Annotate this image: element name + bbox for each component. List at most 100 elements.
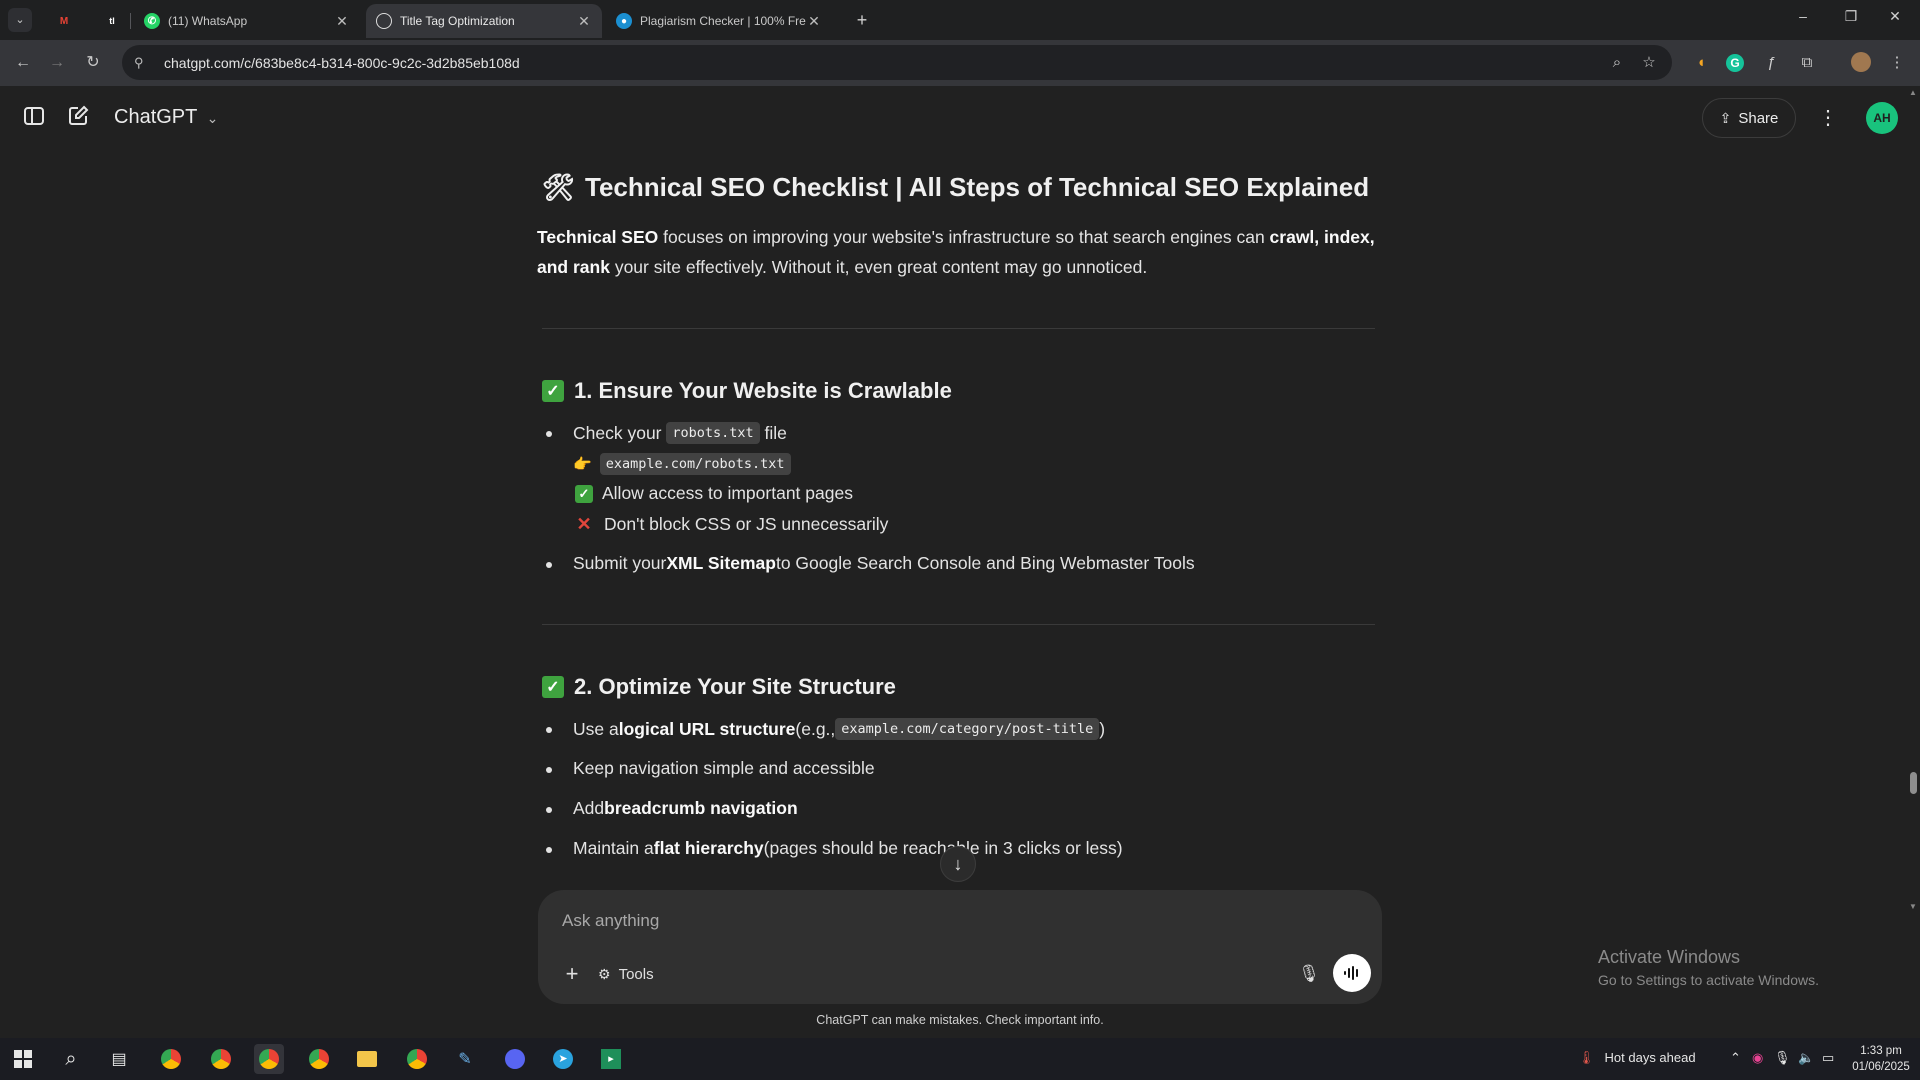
- tab-plagiarism[interactable]: ● Plagiarism Checker | 100% Free ✕: [606, 4, 832, 38]
- close-icon[interactable]: ✕: [334, 13, 350, 30]
- more-options-icon[interactable]: ⋮: [1814, 104, 1842, 132]
- formula-extension-icon[interactable]: ƒ: [1760, 52, 1782, 74]
- restore-button[interactable]: ❐: [1836, 8, 1866, 25]
- kebab-menu-icon[interactable]: ⋮: [1886, 52, 1908, 74]
- chevron-up-icon[interactable]: ⌃: [1730, 1050, 1741, 1066]
- arrow-right-icon: →: [49, 54, 65, 71]
- plus-icon: +: [856, 10, 868, 30]
- tools-button[interactable]: ⚙ Tools: [598, 960, 654, 988]
- telegram-icon[interactable]: ➤: [548, 1044, 578, 1074]
- discord-icon[interactable]: [500, 1044, 530, 1074]
- share-label: Share: [1738, 109, 1779, 127]
- windows-start-icon[interactable]: [8, 1044, 38, 1074]
- chrome-icon[interactable]: [304, 1044, 334, 1074]
- list-bold: flat hierarchy: [653, 838, 764, 858]
- tab-gmail[interactable]: M: [46, 4, 76, 38]
- check-icon: ✓: [542, 676, 564, 698]
- weather-widget[interactable]: 🌡 Hot days ahead: [1578, 1050, 1696, 1066]
- minimize-button[interactable]: –: [1788, 8, 1818, 24]
- chrome-icon[interactable]: [402, 1044, 432, 1074]
- tab-chatgpt[interactable]: Title Tag Optimization ✕: [366, 4, 602, 38]
- list-item: Submit your XML Sitemap to Google Search…: [573, 553, 1195, 574]
- divider: [542, 328, 1375, 329]
- browser-tab-strip: ⌄ M tl ✆ (11) WhatsApp ✕ Title Tag Optim…: [0, 0, 1920, 40]
- arrow-left-icon: ←: [15, 54, 31, 71]
- list-bold: XML Sitemap: [666, 553, 776, 573]
- sidebar-toggle-icon[interactable]: [20, 104, 48, 132]
- file-explorer-icon[interactable]: [352, 1044, 382, 1074]
- new-tab-button[interactable]: +: [850, 8, 874, 32]
- activate-windows-watermark: Activate Windows Go to Settings to activ…: [1598, 947, 1819, 988]
- sub-item: ✕ Don't block CSS or JS unnecessarily: [575, 514, 888, 535]
- close-icon[interactable]: ✕: [806, 13, 822, 30]
- puzzle-extensions-icon[interactable]: ⧉: [1796, 52, 1818, 74]
- forward-button[interactable]: →: [46, 52, 68, 74]
- model-selector[interactable]: ChatGPT ⌄: [114, 106, 218, 129]
- search-icon[interactable]: ⌕: [56, 1044, 86, 1074]
- scroll-thumb[interactable]: [1910, 772, 1917, 794]
- tab-tldv[interactable]: tl: [94, 4, 124, 38]
- terminal-icon[interactable]: ▸: [596, 1044, 626, 1074]
- volume-icon[interactable]: 🔈: [1798, 1050, 1814, 1066]
- divider: [542, 624, 1375, 625]
- microphone-icon: 🎙: [1298, 964, 1320, 983]
- sub-item: ✓ Allow access to important pages: [575, 483, 853, 504]
- notepad-icon[interactable]: ✎: [450, 1044, 480, 1074]
- zoom-icon[interactable]: ⌕: [1606, 52, 1628, 74]
- system-clock[interactable]: 1:33 pm 01/06/2025: [1848, 1043, 1914, 1075]
- page-scrollbar[interactable]: ▲ ▼: [1906, 86, 1920, 1038]
- dictate-button[interactable]: 🎙: [1295, 960, 1323, 988]
- chrome-icon[interactable]: [206, 1044, 236, 1074]
- scroll-to-bottom-button[interactable]: ↓: [940, 846, 976, 882]
- watermark-subtitle: Go to Settings to activate Windows.: [1598, 972, 1819, 988]
- article-title: 🛠 Technical SEO Checklist | All Steps of …: [542, 172, 1369, 203]
- list-text: Keep navigation simple and accessible: [573, 758, 875, 778]
- inline-code: example.com/robots.txt: [599, 453, 791, 475]
- close-icon[interactable]: ✕: [576, 13, 592, 30]
- list-item: Add breadcrumb navigation: [573, 798, 798, 819]
- sub-item: 👉 example.com/robots.txt: [573, 453, 791, 475]
- task-view-icon[interactable]: ▤: [104, 1044, 134, 1074]
- check-icon: ✓: [542, 380, 564, 402]
- list-text: Allow access to important pages: [602, 483, 853, 503]
- chrome-icon[interactable]: [156, 1044, 186, 1074]
- watermark-title: Activate Windows: [1598, 947, 1741, 967]
- disclaimer-text: ChatGPT can make mistakes. Check importa…: [816, 1013, 1104, 1027]
- tldv-icon: tl: [109, 16, 115, 26]
- extension-orange-icon[interactable]: ◖: [1690, 52, 1712, 74]
- bookmark-star-icon[interactable]: ☆: [1638, 52, 1660, 74]
- close-window-button[interactable]: ✕: [1880, 8, 1910, 25]
- address-bar[interactable]: ⚲ chatgpt.com/c/683be8c4-b314-800c-9c2c-…: [122, 45, 1672, 80]
- reload-button[interactable]: ↻: [82, 52, 104, 74]
- avatar-initials: AH: [1873, 111, 1891, 125]
- prompt-input[interactable]: [560, 910, 1264, 932]
- list-item: Check your robots.txt file: [573, 422, 787, 444]
- record-icon[interactable]: ◉: [1752, 1050, 1763, 1066]
- chevron-down-icon: ⌄: [206, 110, 219, 126]
- profile-avatar-icon[interactable]: [1850, 52, 1872, 74]
- clock-date: 01/06/2025: [1852, 1061, 1910, 1073]
- tab-whatsapp[interactable]: ✆ (11) WhatsApp ✕: [134, 4, 360, 38]
- voice-mode-button[interactable]: [1333, 954, 1371, 992]
- new-chat-icon[interactable]: [64, 104, 92, 132]
- back-button[interactable]: ←: [12, 52, 34, 74]
- inline-code: robots.txt: [666, 422, 760, 444]
- scroll-down-arrow[interactable]: ▼: [1909, 902, 1917, 911]
- grammarly-icon[interactable]: G: [1724, 52, 1746, 74]
- list-bold: breadcrumb navigation: [604, 798, 798, 818]
- microphone-icon[interactable]: 🎙: [1774, 1050, 1791, 1066]
- tab-search-button[interactable]: ⌄: [8, 8, 32, 32]
- section-heading: ✓ 2. Optimize Your Site Structure: [542, 674, 896, 700]
- share-button[interactable]: ⇪ Share: [1702, 98, 1796, 138]
- bullet-icon: [546, 807, 552, 813]
- plagiarism-icon: ●: [616, 13, 632, 29]
- plus-icon: +: [565, 961, 579, 986]
- network-icon[interactable]: ▭: [1822, 1050, 1834, 1066]
- scroll-up-arrow[interactable]: ▲: [1909, 88, 1917, 97]
- user-avatar[interactable]: AH: [1866, 102, 1898, 134]
- chrome-icon[interactable]: [254, 1044, 284, 1074]
- list-text: Use a: [573, 718, 619, 739]
- attach-button[interactable]: +: [558, 960, 586, 988]
- check-icon: ✓: [575, 484, 593, 503]
- site-info-icon[interactable]: ⚲: [134, 55, 150, 71]
